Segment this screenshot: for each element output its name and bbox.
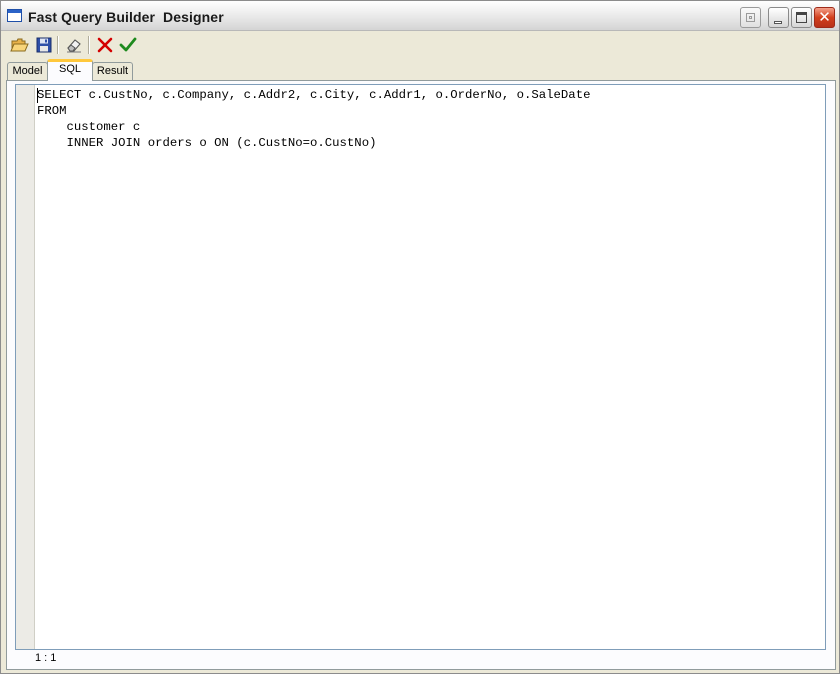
toolbar-separator [88, 36, 90, 54]
clear-button[interactable] [64, 35, 84, 55]
cursor-position: 1 : 1 [35, 652, 57, 664]
tab-sql[interactable]: SQL [47, 59, 93, 81]
designer-window: Fast Query Builder Designer ✕ Model SQL … [0, 0, 840, 674]
close-button[interactable]: ✕ [814, 7, 835, 28]
status-bar: 1 : 1 [15, 651, 826, 667]
maximize-button[interactable] [791, 7, 812, 28]
toolbar-separator [57, 36, 59, 54]
text-caret [37, 88, 38, 103]
minimize-icon [774, 21, 782, 24]
tab-result[interactable]: Result [92, 62, 133, 80]
sql-editor[interactable]: SELECT c.CustNo, c.Company, c.Addr2, c.C… [15, 84, 826, 650]
floppy-disk-icon [36, 37, 52, 53]
restore-icon [746, 13, 755, 22]
editor-gutter [16, 85, 35, 649]
toolbar [2, 32, 838, 58]
restore-layout-button[interactable] [740, 7, 761, 28]
ok-button[interactable] [118, 35, 138, 55]
sql-text[interactable]: SELECT c.CustNo, c.Company, c.Addr2, c.C… [37, 87, 590, 151]
save-button[interactable] [34, 35, 54, 55]
open-button[interactable] [10, 35, 30, 55]
minimize-button[interactable] [768, 7, 789, 28]
code-line: customer c [37, 120, 141, 134]
code-line: INNER JOIN orders o ON (c.CustNo=o.CustN… [37, 136, 377, 150]
red-x-icon [97, 37, 113, 53]
app-window-icon [7, 9, 22, 22]
window-title: Fast Query Builder Designer [28, 9, 224, 25]
tab-model[interactable]: Model [7, 62, 48, 80]
folder-open-icon [10, 38, 29, 52]
designer-tabs: Model SQL Result [6, 59, 836, 81]
green-check-icon [119, 37, 137, 52]
maximize-icon [796, 12, 807, 23]
code-line: FROM [37, 104, 67, 118]
code-line: SELECT c.CustNo, c.Company, c.Addr2, c.C… [37, 88, 591, 102]
cancel-button[interactable] [95, 35, 115, 55]
title-bar[interactable]: Fast Query Builder Designer ✕ [1, 1, 839, 31]
close-icon: ✕ [818, 8, 831, 26]
eraser-icon [67, 39, 81, 53]
sql-tab-panel: SELECT c.CustNo, c.Company, c.Addr2, c.C… [6, 80, 836, 670]
